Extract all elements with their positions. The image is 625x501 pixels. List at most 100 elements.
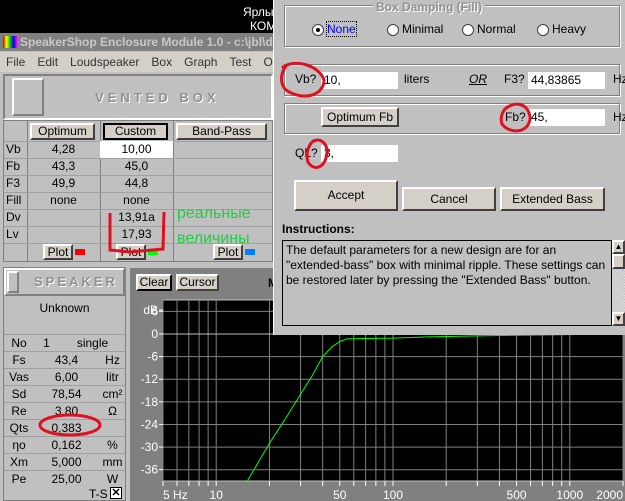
param-label-Fs: Fs — [12, 353, 26, 367]
damping-option-none[interactable]: None — [326, 21, 357, 37]
or-label: OR — [469, 72, 487, 86]
accept-button[interactable]: Accept — [294, 180, 398, 211]
optimum-value: none — [50, 193, 77, 207]
design-optimum-button[interactable]: Optimum — [30, 123, 95, 140]
column-divider — [173, 121, 174, 261]
param-unit-Qts — [100, 420, 125, 437]
no-value[interactable]: 1 — [34, 335, 59, 352]
param-unit-Pe: W — [106, 472, 119, 486]
custom-value[interactable]: 10,00 — [100, 141, 173, 158]
f3-label: F3? — [504, 72, 525, 86]
param-unit-Vas: litr — [106, 370, 119, 384]
param-value-ηo[interactable]: 0,162 — [34, 437, 99, 454]
param-value-Pe[interactable]: 25,00 — [34, 471, 99, 488]
param-value-Fs[interactable]: 43,4 — [34, 352, 99, 369]
annotation-text-1: реальные — [177, 205, 251, 222]
param-label-Qts: Qts — [9, 421, 29, 435]
extended-bass-button[interactable]: Extended Bass — [500, 187, 605, 211]
scroll-thumb[interactable] — [612, 254, 625, 269]
param-unit-Re: Ω — [108, 404, 117, 418]
x-tick-label: 5 Hz — [163, 488, 188, 501]
no-label: No — [11, 336, 27, 350]
fb-input[interactable]: 45, — [528, 109, 605, 126]
y-tick-label: -30 — [141, 440, 159, 454]
menu-test[interactable]: Test — [229, 55, 251, 69]
custom-value: none — [123, 193, 150, 207]
design-custom-button[interactable]: Custom — [103, 123, 168, 140]
param-label-Re: Re — [11, 404, 27, 418]
speaker-header-title: SPEAKER — [34, 274, 118, 289]
fb-unit: Hz — [613, 110, 625, 124]
param-unit-ηo: % — [107, 438, 118, 452]
menu-box[interactable]: Box — [151, 55, 172, 69]
box-design-dialog: Box Damping (Fill) None Minimal Normal Heav… — [273, 0, 625, 335]
param-value-Vas[interactable]: 6,00 — [34, 369, 99, 386]
param-label-Pe: Pe — [11, 472, 27, 486]
param-value-Xm[interactable]: 5,000 — [34, 454, 99, 471]
plot-button-custom[interactable]: Plot — [116, 244, 146, 260]
no-mode[interactable]: single — [60, 335, 125, 352]
optimum-value — [27, 226, 100, 243]
param-label-ηo: ηo — [12, 438, 26, 452]
menu-file[interactable]: File — [6, 55, 25, 69]
f3-input[interactable]: 44,83865 — [528, 72, 605, 89]
y-tick-label: -6 — [147, 350, 158, 364]
scroll-down-icon[interactable]: ▼ — [612, 312, 625, 326]
x-tick-label: 2000 — [596, 488, 623, 501]
row-label-lv: Lv — [6, 227, 19, 241]
ql-input[interactable]: 3, — [321, 145, 398, 162]
damping-option-minimal[interactable]: Minimal — [402, 22, 443, 36]
row-label-fb: Fb — [6, 159, 21, 173]
damping-radio-normal[interactable] — [462, 24, 474, 36]
damping-radio-none[interactable] — [312, 24, 324, 36]
vb-input[interactable]: 10, — [321, 72, 398, 89]
plot-color-swatch — [75, 249, 85, 255]
optimum-fb-button[interactable]: Optimum Fb — [321, 107, 399, 127]
window-title-bar[interactable]: SpeakerShop Enclosure Module 1.0 - c:\jb… — [0, 33, 273, 51]
damping-option-heavy[interactable]: Heavy — [552, 22, 586, 36]
param-value-Re[interactable]: 3,80 — [34, 403, 99, 420]
vb-label: Vb? — [295, 72, 317, 86]
plot-color-swatch — [148, 249, 158, 255]
menu-edit[interactable]: Edit — [37, 55, 58, 69]
y-tick-label: 0 — [151, 327, 158, 341]
instructions-label: Instructions: — [282, 222, 355, 236]
instructions-scrollbar[interactable]: ▲ ▼ — [612, 240, 625, 326]
param-label-Sd: Sd — [11, 387, 27, 401]
y-tick-label: -24 — [141, 417, 159, 431]
ts-checkbox[interactable]: ✕ — [110, 487, 122, 499]
scroll-up-icon[interactable]: ▲ — [612, 240, 625, 254]
row-label-dv: Dv — [6, 210, 21, 224]
y-tick-label: -12 — [141, 372, 159, 386]
optimum-value — [27, 209, 100, 226]
param-unit-Fs: Hz — [105, 353, 120, 367]
x-tick-label: 100 — [383, 488, 403, 501]
optimum-value: 4,28 — [51, 142, 76, 156]
menu-graph[interactable]: Graph — [184, 55, 217, 69]
speaker-name[interactable]: Unknown — [4, 300, 125, 317]
y-tick-label: -18 — [141, 395, 159, 409]
param-value-Qts[interactable]: 0,383 — [34, 420, 99, 437]
custom-value: 44,8 — [124, 176, 149, 190]
menu-option[interactable]: Option — [263, 55, 273, 69]
liters-label: liters — [404, 72, 430, 86]
damping-option-normal[interactable]: Normal — [477, 22, 516, 36]
box-damping-title: Box Damping (Fill) — [373, 0, 485, 14]
menu-loudspeaker[interactable]: Loudspeaker — [70, 55, 139, 69]
param-unit-Xm: mm — [102, 455, 123, 469]
param-value-Sd[interactable]: 78,54 — [34, 386, 99, 403]
plot-color-swatch — [245, 249, 255, 255]
desktop-background: Ярлык КОМ — [0, 0, 279, 33]
annotation-text-2: величины — [177, 230, 250, 247]
plot-button-optimum[interactable]: Plot — [43, 244, 73, 260]
cancel-button[interactable]: Cancel — [402, 187, 496, 211]
x-tick-label: 10 — [210, 488, 224, 501]
damping-radio-minimal[interactable] — [387, 24, 399, 36]
box-type-title: VENTED BOX — [95, 90, 220, 105]
custom-value: 13,91a — [118, 210, 155, 224]
row-label-f3: F3 — [6, 176, 21, 190]
ql-label: QL? — [295, 146, 318, 160]
x-tick-label: 50 — [333, 488, 347, 501]
damping-radio-heavy[interactable] — [537, 24, 549, 36]
design-band-pass-button[interactable]: Band-Pass — [176, 123, 267, 140]
